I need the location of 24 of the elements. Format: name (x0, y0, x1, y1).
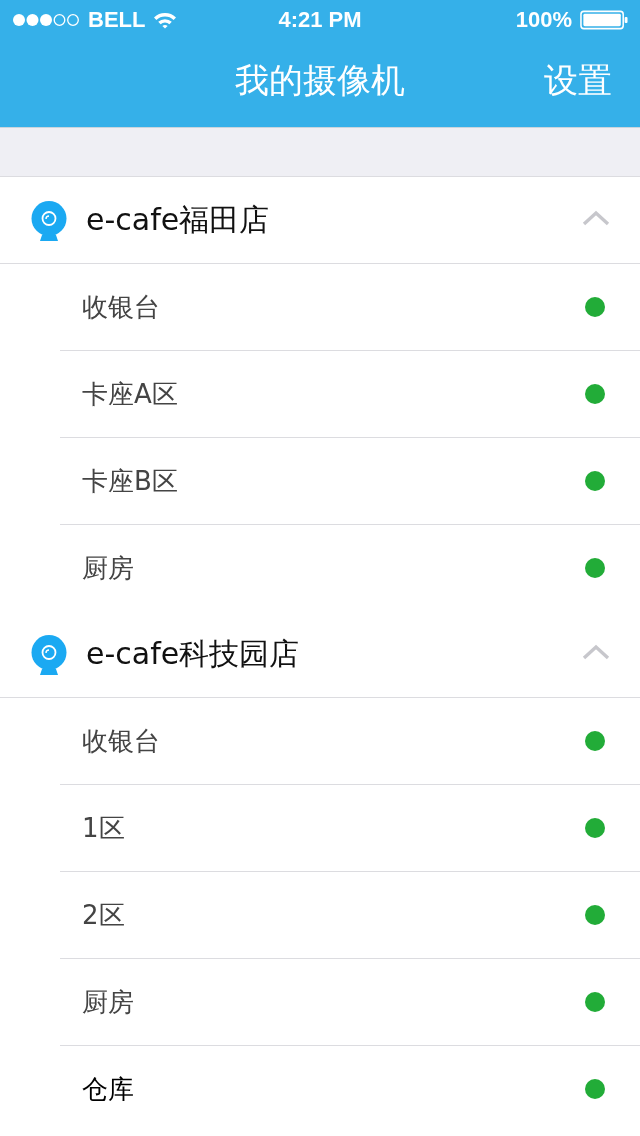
webcam-icon (31, 635, 67, 675)
screen-title: 我的摄像机 (235, 58, 405, 102)
camera-name[interactable]: 卡座A区 (82, 376, 585, 412)
store-name: e-cafe科技园店 (86, 634, 301, 673)
carrier-name: BELL (88, 7, 146, 33)
camera-name[interactable]: 收银台 (82, 289, 585, 325)
store-header[interactable]: e-cafe福田店 (0, 177, 640, 264)
wifi-icon (153, 11, 178, 29)
webcam-icon (31, 201, 67, 241)
signal-icon (12, 13, 80, 27)
camera-name[interactable]: 1区 (82, 810, 585, 846)
store-header[interactable]: e-cafe科技园店 (0, 611, 640, 698)
chevron-icon[interactable] (582, 210, 610, 226)
battery-percent: 100% (515, 7, 572, 33)
camera-name[interactable]: 仓库 (82, 1071, 585, 1107)
clock-time: 4:21 PM (278, 7, 362, 33)
camera-name[interactable]: 厨房 (82, 984, 585, 1020)
camera-name[interactable]: 卡座B区 (82, 463, 585, 499)
camera-name[interactable]: 收银台 (82, 723, 585, 759)
camera-name[interactable]: 厨房 (82, 550, 585, 586)
chevron-icon[interactable] (582, 644, 610, 660)
camera-name[interactable]: 2区 (82, 897, 585, 933)
store-name: e-cafe福田店 (86, 200, 271, 239)
battery-icon (580, 10, 628, 30)
